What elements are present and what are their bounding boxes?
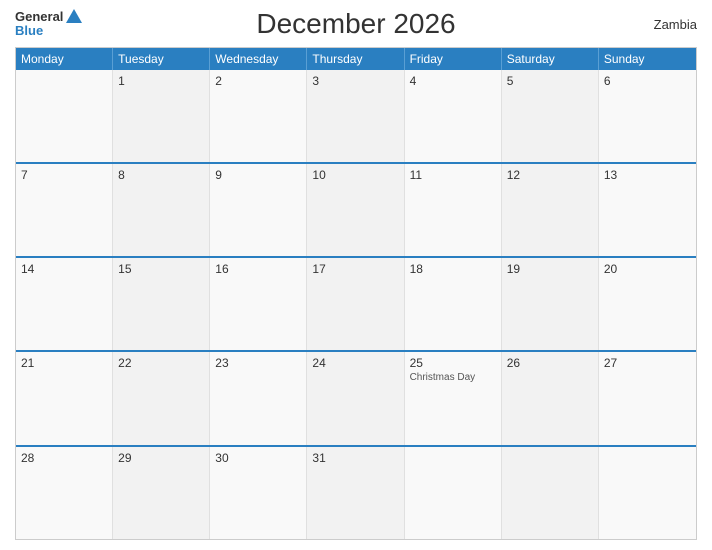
day-cell-4: 4	[405, 70, 502, 162]
logo-triangle-icon	[66, 9, 82, 23]
day-cell-30: 30	[210, 447, 307, 539]
calendar-title: December 2026	[256, 8, 455, 40]
logo-general-text: General	[15, 10, 63, 24]
week-row-5: 28 29 30 31	[16, 445, 696, 539]
day-cell-29: 29	[113, 447, 210, 539]
day-cell-24: 24	[307, 352, 404, 444]
christmas-day-event: Christmas Day	[410, 372, 496, 383]
country-label: Zambia	[654, 17, 697, 32]
day-cell-16: 16	[210, 258, 307, 350]
day-cell-23: 23	[210, 352, 307, 444]
calendar-grid: Monday Tuesday Wednesday Thursday Friday…	[15, 47, 697, 540]
day-cell-12: 12	[502, 164, 599, 256]
header: General Blue December 2026 Zambia	[15, 10, 697, 39]
day-cell-3: 3	[307, 70, 404, 162]
day-cell-8: 8	[113, 164, 210, 256]
day-cell-7: 7	[16, 164, 113, 256]
day-cell-18: 18	[405, 258, 502, 350]
day-cell-26: 26	[502, 352, 599, 444]
day-cell-25: 25 Christmas Day	[405, 352, 502, 444]
day-cell-10: 10	[307, 164, 404, 256]
day-headers-row: Monday Tuesday Wednesday Thursday Friday…	[16, 48, 696, 70]
day-cell-21: 21	[16, 352, 113, 444]
day-cell-15: 15	[113, 258, 210, 350]
day-cell-19: 19	[502, 258, 599, 350]
header-friday: Friday	[405, 48, 502, 70]
day-cell-2: 2	[210, 70, 307, 162]
header-thursday: Thursday	[307, 48, 404, 70]
header-wednesday: Wednesday	[210, 48, 307, 70]
day-cell-empty	[16, 70, 113, 162]
day-cell-20: 20	[599, 258, 696, 350]
day-cell-empty-32	[405, 447, 502, 539]
day-cell-empty-34	[599, 447, 696, 539]
header-tuesday: Tuesday	[113, 48, 210, 70]
day-cell-27: 27	[599, 352, 696, 444]
week-row-4: 21 22 23 24 25 Christmas Day 26 27	[16, 350, 696, 444]
week-row-2: 7 8 9 10 11 12 13	[16, 162, 696, 256]
day-cell-empty-33	[502, 447, 599, 539]
day-cell-6: 6	[599, 70, 696, 162]
day-cell-5: 5	[502, 70, 599, 162]
week-row-3: 14 15 16 17 18 19 20	[16, 256, 696, 350]
calendar-page: General Blue December 2026 Zambia Monday…	[0, 0, 712, 550]
day-cell-28: 28	[16, 447, 113, 539]
day-cell-31: 31	[307, 447, 404, 539]
weeks-container: 1 2 3 4 5 6 7 8 9 10 11 12 13 14 15 16	[16, 70, 696, 539]
day-cell-9: 9	[210, 164, 307, 256]
day-cell-1: 1	[113, 70, 210, 162]
day-cell-11: 11	[405, 164, 502, 256]
header-monday: Monday	[16, 48, 113, 70]
header-saturday: Saturday	[502, 48, 599, 70]
day-cell-13: 13	[599, 164, 696, 256]
logo: General Blue	[15, 10, 82, 39]
logo-blue-text: Blue	[15, 24, 43, 38]
header-sunday: Sunday	[599, 48, 696, 70]
day-cell-22: 22	[113, 352, 210, 444]
day-cell-17: 17	[307, 258, 404, 350]
week-row-1: 1 2 3 4 5 6	[16, 70, 696, 162]
day-cell-14: 14	[16, 258, 113, 350]
